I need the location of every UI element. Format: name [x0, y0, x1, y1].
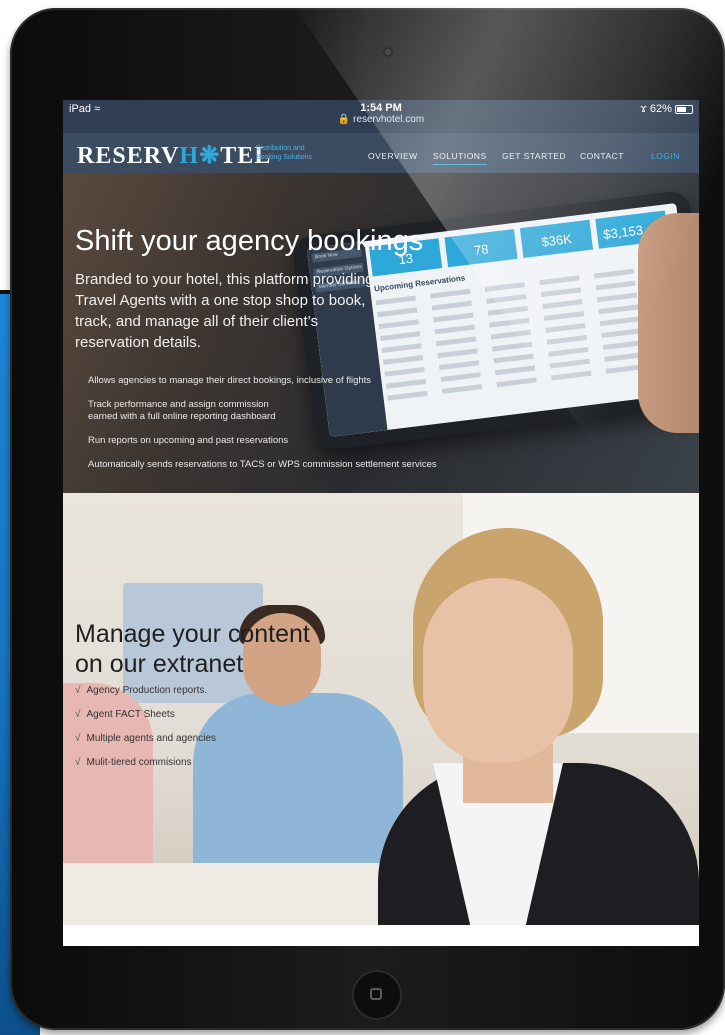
logo-hotel-o-icon: ❋: [199, 143, 221, 169]
bluetooth-icon: ϫ: [640, 103, 647, 115]
nav-login[interactable]: LOGIN: [651, 151, 680, 161]
tagline-line-1: Distribution and: [256, 145, 305, 152]
status-center: 1:54 PM 🔒 reservhotel.com: [63, 102, 699, 126]
logo-text-2: H: [179, 143, 200, 169]
extranet-item-label: Multiple agents and agencies: [86, 733, 217, 744]
status-right: ϫ 62%: [640, 103, 693, 115]
hero-section: Book Now Reservation Options Member Serv…: [63, 173, 699, 493]
ipad-screen: iPad ≈ 1:54 PM 🔒 reservhotel.com ϫ 62% R…: [63, 100, 699, 946]
feature-item: Automatically sends reservations to TACS…: [88, 459, 437, 470]
status-time: 1:54 PM: [360, 102, 402, 114]
nav-overview[interactable]: OVERVIEW: [368, 151, 418, 161]
feature-item: Run reports on upcoming and past reserva…: [88, 435, 289, 446]
check-icon: √: [75, 685, 81, 696]
extranet-list-item: √ Multiple agents and agencies: [75, 733, 216, 745]
extranet-item-label: Agency Production reports.: [86, 685, 208, 696]
site-logo[interactable]: RESERVH❋TEL: [77, 141, 271, 170]
logo-text-1: RESERV: [77, 143, 180, 169]
lock-icon: 🔒: [337, 114, 351, 125]
check-icon: √: [75, 757, 81, 768]
extranet-section: Manage your content on our extranet √ Age…: [63, 493, 699, 925]
battery-icon: [675, 104, 693, 114]
hand-image: [638, 213, 699, 433]
tablet-stat: $36K: [519, 219, 594, 259]
url-text: reservhotel.com: [353, 114, 425, 125]
home-button-icon[interactable]: [352, 970, 402, 1020]
feature-item: Track performance and assign commission: [88, 399, 269, 410]
extranet-title: Manage your content on our extranet: [75, 619, 310, 679]
front-camera-icon: [383, 47, 393, 57]
check-icon: √: [75, 733, 81, 744]
extranet-list-item: √ Mulit-tiered commisions: [75, 757, 192, 769]
man-body-image: [193, 693, 403, 873]
extranet-title-line-1: Manage your content: [75, 620, 310, 648]
extranet-item-label: Agent FACT Sheets: [86, 709, 175, 720]
address-bar[interactable]: 🔒 reservhotel.com: [63, 114, 699, 126]
nav-solutions[interactable]: SOLUTIONS: [433, 151, 487, 165]
extranet-list-item: √ Agency Production reports.: [75, 685, 207, 697]
battery-percent: 62%: [649, 103, 672, 115]
nav-get-started[interactable]: GET STARTED: [502, 151, 566, 161]
extranet-title-line-2: on our extranet: [75, 650, 244, 678]
brand-tagline: Distribution and Booking Solutions: [256, 144, 336, 162]
check-icon: √: [75, 709, 81, 720]
woman-face-image: [423, 578, 573, 763]
feature-item: Allows agencies to manage their direct b…: [88, 375, 372, 386]
extranet-list-item: √ Agent FACT Sheets: [75, 709, 175, 721]
site-header: RESERVH❋TEL Distribution and Booking Sol…: [63, 133, 699, 173]
extranet-item-label: Mulit-tiered commisions: [86, 757, 192, 768]
hero-subtitle: Branded to your hotel, this platform pro…: [75, 271, 374, 351]
tablet-stat: 78: [444, 228, 518, 268]
nav-contact[interactable]: CONTACT: [580, 151, 624, 161]
hero-title: Shift your agency bookings: [75, 225, 424, 257]
tagline-line-2: Booking Solutions: [256, 154, 313, 161]
status-bar: iPad ≈ 1:54 PM 🔒 reservhotel.com ϫ 62%: [63, 100, 699, 133]
feature-item: earned with a full online reporting dash…: [88, 411, 276, 422]
